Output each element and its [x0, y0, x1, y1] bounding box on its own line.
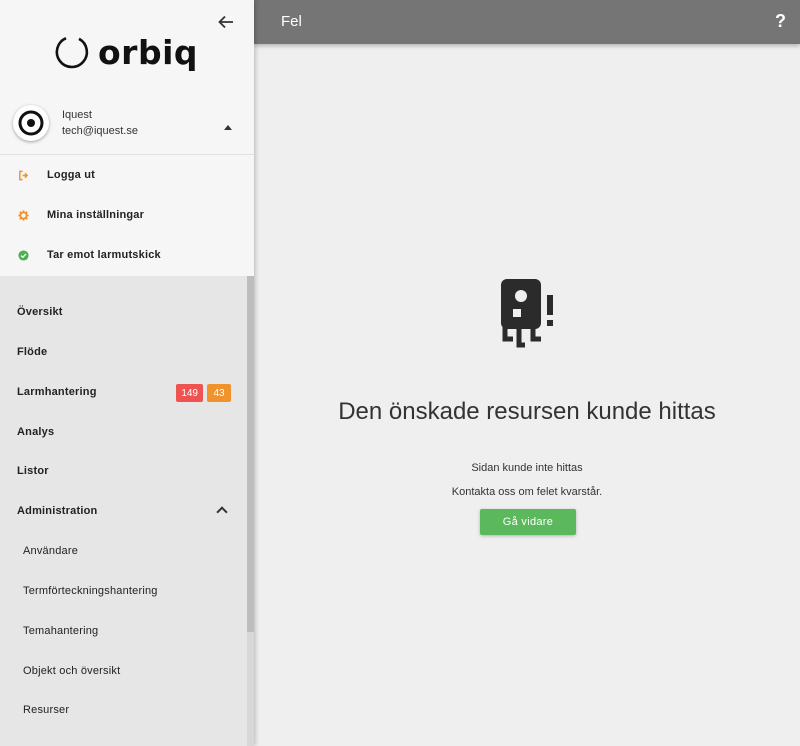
nav-item-label: Flöde	[17, 346, 48, 358]
chevron-up-icon	[216, 506, 228, 518]
nav-item-label: Översikt	[17, 306, 63, 318]
nav-item-label: Användare	[23, 545, 79, 557]
nav-item-listor[interactable]: Listor	[0, 451, 248, 491]
nav-item-administration[interactable]: Administration	[0, 491, 248, 531]
nav-item-label: Resurser	[23, 704, 70, 716]
error-heading: Den önskade resursen kunde hittas	[338, 398, 716, 425]
sidebar: orbiq Iquest tech@iquest.se Logga ut Min…	[0, 0, 254, 746]
main-content: Den önskade resursen kunde hittas Sidan …	[254, 44, 800, 746]
avatar-target-icon	[18, 110, 44, 136]
continue-button[interactable]: Gå vidare	[480, 509, 576, 535]
nav-sub-item-termforteckning[interactable]: Termförteckningshantering	[0, 571, 248, 611]
nav-item-label: Termförteckningshantering	[23, 585, 158, 597]
nav-sub-item-temahantering[interactable]: Temahantering	[0, 611, 248, 651]
error-contact-message: Kontakta oss om felet kvarstår.	[451, 486, 603, 498]
nav-item-oversikt[interactable]: Översikt	[0, 292, 248, 332]
nav-item-label: Administration	[17, 505, 98, 517]
nav-item-label: Listor	[17, 465, 49, 477]
nav-item-label: Analys	[17, 426, 55, 438]
orbiq-logo: orbiq	[54, 34, 198, 70]
help-button[interactable]: ?	[775, 11, 786, 32]
check-circle-icon	[17, 249, 29, 261]
nav-item-label: Larmhantering	[17, 386, 97, 398]
menu-item-logout[interactable]: Logga ut	[0, 155, 254, 195]
nav-sub-item-objekt[interactable]: Objekt och översikt	[0, 651, 248, 691]
alarm-badges: 149 43	[176, 384, 231, 402]
menu-item-alarm-notifications[interactable]: Tar emot larmutskick	[0, 235, 254, 275]
logo-ring-icon	[55, 37, 89, 69]
user-account-toggle[interactable]: Iquest tech@iquest.se	[0, 101, 254, 155]
menu-item-settings[interactable]: Mina inställningar	[0, 195, 254, 235]
menu-item-label: Mina inställningar	[47, 209, 145, 221]
alarm-count-badge-orange: 43	[207, 384, 231, 402]
top-app-bar: Fel ?	[254, 0, 800, 44]
nav-sub-item-resurser[interactable]: Resurser	[0, 690, 248, 730]
logout-icon	[17, 169, 29, 181]
nav-item-flode[interactable]: Flöde	[0, 332, 248, 372]
user-name: Iquest	[62, 109, 92, 121]
nav-sub-item-anvandare[interactable]: Användare	[0, 531, 248, 571]
gear-icon	[17, 209, 29, 221]
error-message: Sidan kunde inte hittas	[471, 462, 583, 474]
avatar	[13, 105, 49, 141]
arrow-left-icon	[218, 15, 233, 29]
nav-item-label: Temahantering	[23, 625, 99, 637]
user-email: tech@iquest.se	[62, 125, 138, 137]
broken-robot-icon	[501, 279, 553, 348]
sidebar-top: orbiq Iquest tech@iquest.se Logga ut Min…	[0, 0, 254, 276]
back-arrow-button[interactable]	[216, 12, 236, 32]
nav-item-label: Objekt och översikt	[23, 665, 121, 677]
alarm-count-badge-red: 149	[176, 384, 203, 402]
nav-item-analys[interactable]: Analys	[0, 412, 248, 452]
sidebar-scrollbar-thumb[interactable]	[247, 276, 254, 632]
logo-text: orbiq	[98, 32, 199, 72]
page-title: Fel	[281, 13, 302, 30]
caret-up-icon	[224, 125, 232, 130]
nav-item-larmhantering[interactable]: Larmhantering 149 43	[0, 372, 248, 412]
menu-item-label: Logga ut	[47, 169, 96, 181]
menu-item-label: Tar emot larmutskick	[47, 249, 161, 261]
